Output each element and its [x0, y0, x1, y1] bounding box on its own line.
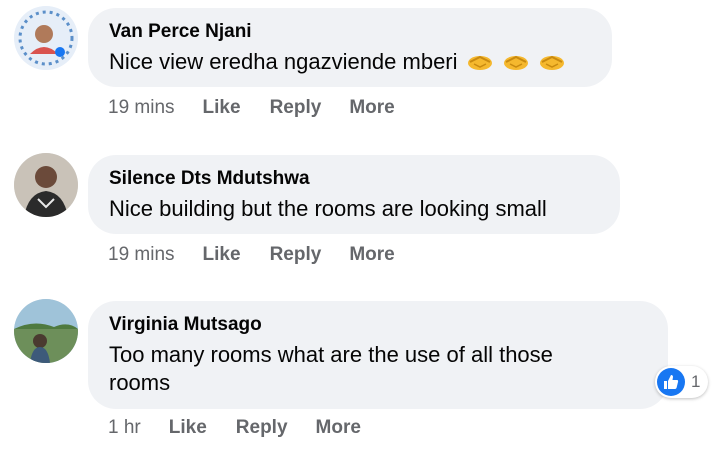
- comment-text-content: Nice view eredha ngazviende mberi: [109, 49, 458, 74]
- handshake-icon: [538, 50, 566, 70]
- comment-text: Nice view eredha ngazviende mberi: [109, 48, 590, 76]
- avatar-image: [14, 153, 78, 217]
- like-icon: [657, 368, 685, 396]
- timestamp[interactable]: 19 mins: [108, 96, 175, 120]
- avatar-image: [14, 299, 78, 363]
- avatar[interactable]: [14, 153, 78, 217]
- comment-text-line: rooms: [109, 370, 171, 395]
- comment-actions: 19 mins Like Reply More: [108, 96, 395, 120]
- like-button[interactable]: Like: [203, 96, 241, 120]
- timestamp[interactable]: 1 hr: [108, 416, 141, 440]
- reaction-count: 1: [691, 372, 701, 391]
- more-button[interactable]: More: [349, 96, 394, 120]
- comment-bubble: Silence Dts Mdutshwa Nice building but t…: [88, 155, 620, 234]
- avatar-image: [14, 6, 78, 70]
- comment-text: Nice building but the rooms are looking …: [109, 196, 547, 221]
- like-button[interactable]: Like: [203, 243, 241, 267]
- handshake-icon: [502, 50, 530, 70]
- handshake-icon: [466, 50, 494, 70]
- comment-actions: 19 mins Like Reply More: [108, 243, 395, 267]
- reply-button[interactable]: Reply: [270, 96, 322, 120]
- comment-bubble: Virginia Mutsago Too many rooms what are…: [88, 301, 668, 409]
- comment-bubble: Van Perce Njani Nice view eredha ngazvie…: [88, 8, 612, 87]
- reply-button[interactable]: Reply: [236, 416, 288, 440]
- comment-actions: 1 hr Like Reply More: [108, 416, 361, 440]
- comment-text-line: Too many rooms what are the use of all t…: [109, 342, 553, 367]
- reply-button[interactable]: Reply: [270, 243, 322, 267]
- comment-text: Too many rooms what are the use of all t…: [109, 341, 646, 397]
- more-button[interactable]: More: [316, 416, 361, 440]
- timestamp[interactable]: 19 mins: [108, 243, 175, 267]
- author-name[interactable]: Silence Dts Mdutshwa: [109, 167, 598, 191]
- avatar[interactable]: [14, 6, 78, 70]
- like-button[interactable]: Like: [169, 416, 207, 440]
- author-name[interactable]: Virginia Mutsago: [109, 313, 646, 337]
- reaction-summary[interactable]: 1: [655, 366, 709, 398]
- author-name[interactable]: Van Perce Njani: [109, 20, 590, 44]
- avatar[interactable]: [14, 299, 78, 363]
- more-button[interactable]: More: [349, 243, 394, 267]
